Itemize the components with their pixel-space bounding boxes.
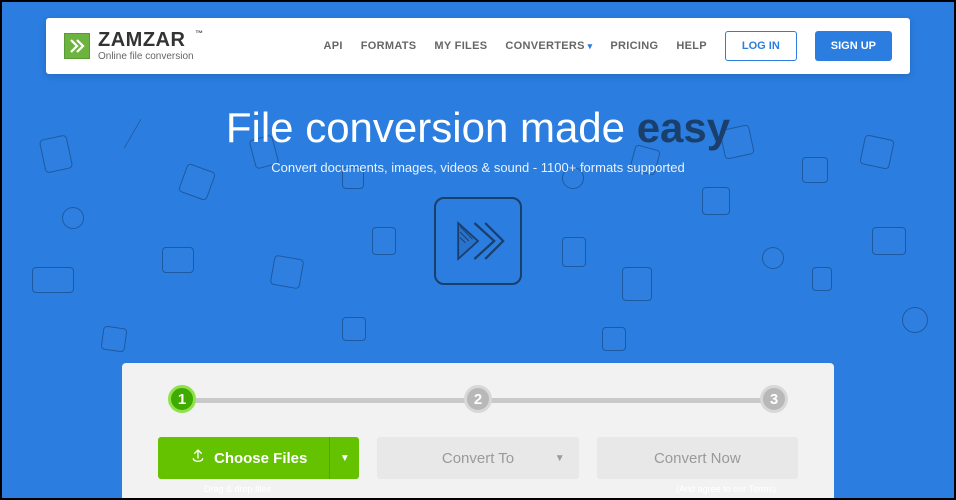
header-bar: ZAMZAR Online file conversion API FORMAT… — [46, 18, 910, 74]
nav-myfiles[interactable]: MY FILES — [434, 40, 487, 52]
step-indicator: 1 2 3 — [168, 385, 788, 413]
step-2: 2 — [464, 385, 492, 413]
hint-bar: Drag & drop files (And agree to our Term… — [122, 484, 834, 498]
terms-hint: (And agree to our Terms) — [676, 484, 776, 498]
nav-help[interactable]: HELP — [676, 40, 707, 52]
signup-button[interactable]: SIGN UP — [815, 31, 892, 61]
logo-chevrons-icon — [64, 33, 90, 59]
main-nav: API FORMATS MY FILES CONVERTERS PRICING … — [324, 31, 893, 61]
action-row: Choose Files ▼ Convert To ▼ Convert Now — [158, 437, 798, 479]
nav-api[interactable]: API — [324, 40, 343, 52]
hero-chevrons-icon — [434, 197, 522, 285]
nav-formats[interactable]: FORMATS — [361, 40, 417, 52]
step-3: 3 — [760, 385, 788, 413]
conversion-panel: 1 2 3 Choose Files ▼ Convert To ▼ Conver… — [122, 363, 834, 498]
hero-title-pre: File conversion made — [226, 104, 637, 151]
chevron-down-icon: ▼ — [555, 453, 565, 464]
logo[interactable]: ZAMZAR Online file conversion — [64, 30, 194, 62]
hero-subtitle: Convert documents, images, videos & soun… — [2, 160, 954, 175]
convert-to-button[interactable]: Convert To ▼ — [377, 437, 578, 479]
convert-now-button[interactable]: Convert Now — [597, 437, 798, 479]
login-button[interactable]: LOG IN — [725, 31, 797, 61]
hero-title: File conversion made easy — [2, 104, 954, 152]
convert-now-label: Convert Now — [654, 450, 741, 467]
convert-to-label: Convert To — [442, 450, 514, 467]
step-1: 1 — [168, 385, 196, 413]
drag-drop-hint: Drag & drop files — [204, 484, 271, 498]
choose-files-label: Choose Files — [214, 450, 307, 467]
brand-tagline: Online file conversion — [98, 52, 194, 62]
choose-files-dropdown-icon[interactable]: ▼ — [329, 437, 359, 479]
upload-icon — [190, 448, 206, 468]
hero: File conversion made easy Convert docume… — [2, 104, 954, 175]
hero-title-emph: easy — [637, 104, 730, 151]
choose-files-button[interactable]: Choose Files ▼ — [158, 437, 359, 479]
nav-converters[interactable]: CONVERTERS — [505, 40, 592, 52]
nav-pricing[interactable]: PRICING — [610, 40, 658, 52]
brand-name: ZAMZAR — [98, 30, 194, 50]
